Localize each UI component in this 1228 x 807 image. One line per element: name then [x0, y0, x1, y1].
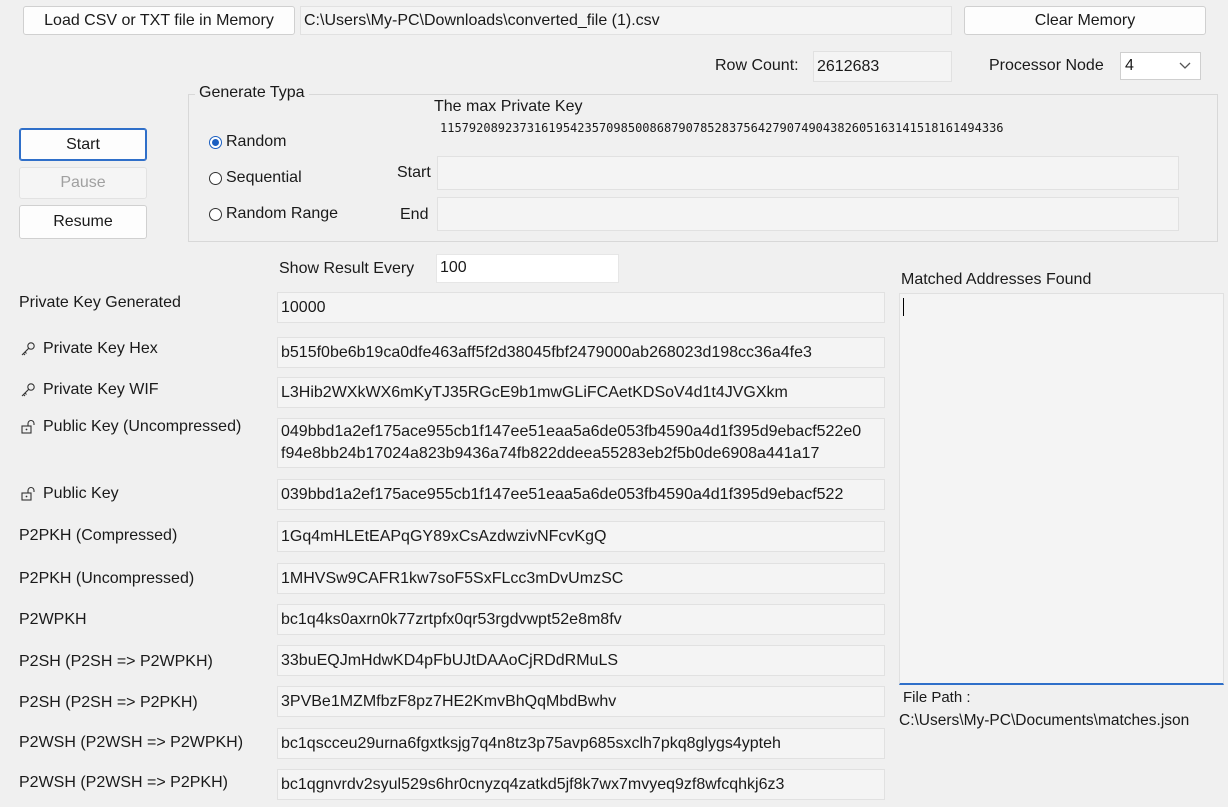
- radio-random-range-label: Random Range: [226, 205, 339, 222]
- public-key-label: Public Key: [43, 485, 119, 502]
- max-private-key-value: 1157920892373161954235709850086879078528…: [440, 121, 1004, 135]
- private-key-wif-label-row: Private Key WIF: [19, 381, 159, 399]
- resume-button[interactable]: Resume: [19, 205, 147, 239]
- max-private-key-label: The max Private Key: [434, 98, 583, 115]
- chevron-down-icon: [1176, 57, 1194, 75]
- radio-random-label: Random: [226, 133, 287, 150]
- processor-node-select[interactable]: 4: [1120, 52, 1201, 80]
- public-key-value: 039bbd1a2ef175ace955cb1f147ee51eaa5a6de0…: [277, 479, 885, 510]
- range-end-label: End: [400, 206, 429, 223]
- clear-memory-button[interactable]: Clear Memory: [964, 6, 1206, 35]
- radio-sequential-dot[interactable]: [209, 171, 222, 185]
- show-result-every-input[interactable]: 100: [436, 254, 619, 283]
- p2sh-p2pkh-value: 3PVBe1MZMfbzF8pz7HE2KmvBhQqMbdBwhv: [277, 686, 885, 717]
- file-path-value: C:\Users\My-PC\Documents\matches.json: [899, 712, 1190, 729]
- row-count-label: Row Count:: [715, 57, 799, 74]
- processor-node-value: 4: [1125, 57, 1134, 74]
- private-key-generated-label: Private Key Generated: [19, 294, 181, 311]
- p2pkh-compressed-label: P2PKH (Compressed): [19, 527, 178, 544]
- radio-random-range-dot[interactable]: [209, 207, 222, 221]
- p2sh-p2pkh-label: P2SH (P2SH => P2PKH): [19, 694, 198, 711]
- show-result-every-label: Show Result Every: [279, 260, 415, 277]
- p2wpkh-label: P2WPKH: [19, 611, 87, 628]
- p2pkh-uncompressed-label: P2PKH (Uncompressed): [19, 570, 195, 587]
- p2wpkh-value: bc1q4ks0axrn0k77zrtpfx0qr53rgdvwpt52e8m8…: [277, 604, 885, 635]
- radio-random-range[interactable]: Random Range: [209, 205, 338, 223]
- private-key-wif-value: L3Hib2WXkWX6mKyTJ35RGcE9b1mwGLiFCAetKDSo…: [277, 377, 885, 408]
- start-button[interactable]: Start: [19, 128, 147, 161]
- p2sh-p2wpkh-label: P2SH (P2SH => P2WPKH): [19, 653, 213, 670]
- matched-addresses-label: Matched Addresses Found: [901, 271, 1092, 288]
- file-path-label: File Path :: [903, 689, 971, 706]
- unlock-icon: [19, 418, 37, 436]
- public-key-uncompressed-label-row: Public Key (Uncompressed): [19, 418, 241, 436]
- unlock-icon: [19, 485, 37, 503]
- p2wsh-p2wpkh-label: P2WSH (P2WSH => P2WPKH): [19, 734, 244, 751]
- row-count-value: 2612683: [813, 51, 952, 82]
- p2sh-p2wpkh-value: 33buEQJmHdwKD4pFbUJtDAAoCjRDdRMuLS: [277, 645, 885, 676]
- radio-random-dot[interactable]: [209, 135, 222, 149]
- loaded-file-path: C:\Users\My-PC\Downloads\converted_file …: [300, 6, 952, 35]
- pause-button[interactable]: Pause: [19, 167, 147, 199]
- p2pkh-compressed-value: 1Gq4mHLEtEAPqGY89xCsAzdwzivNFcvKgQ: [277, 521, 885, 552]
- range-start-input[interactable]: [437, 156, 1179, 190]
- text-caret: [903, 298, 904, 316]
- load-file-button[interactable]: Load CSV or TXT file in Memory: [23, 6, 295, 35]
- processor-node-label: Processor Node: [989, 57, 1104, 74]
- private-key-hex-label-row: Private Key Hex: [19, 340, 158, 358]
- radio-sequential-label: Sequential: [226, 169, 302, 186]
- p2wsh-p2pkh-label: P2WSH (P2WSH => P2PKH): [19, 774, 228, 791]
- matched-addresses-textarea[interactable]: [899, 293, 1224, 685]
- radio-random[interactable]: Random: [209, 133, 286, 151]
- p2wsh-p2wpkh-value: bc1qscceu29urna6fgxtksjg7q4n8tz3p75avp68…: [277, 728, 885, 759]
- public-key-label-row: Public Key: [19, 485, 119, 503]
- public-key-uncompressed-line-2: f94e8bb24b17024a823b9436a74fb822ddeea552…: [281, 445, 820, 462]
- key-icon: [19, 381, 37, 399]
- private-key-wif-label: Private Key WIF: [43, 381, 159, 398]
- radio-sequential[interactable]: Sequential: [209, 169, 302, 187]
- private-key-hex-label: Private Key Hex: [43, 340, 158, 357]
- range-start-label: Start: [397, 164, 431, 181]
- private-key-hex-value: b515f0be6b19ca0dfe463aff5f2d38045fbf2479…: [277, 337, 885, 368]
- public-key-uncompressed-line-1: 049bbd1a2ef175ace955cb1f147ee51eaa5a6de0…: [281, 423, 862, 440]
- range-end-input[interactable]: [437, 197, 1179, 231]
- key-icon: [19, 340, 37, 358]
- private-key-generated-value: 10000: [277, 292, 885, 323]
- public-key-uncompressed-value: 049bbd1a2ef175ace955cb1f147ee51eaa5a6de0…: [277, 418, 885, 468]
- p2wsh-p2pkh-value: bc1qgnvrdv2syul529s6hr0cnyzq4zatkd5jf8k7…: [277, 769, 885, 800]
- generate-type-title: Generate Typa: [195, 84, 309, 102]
- p2pkh-uncompressed-value: 1MHVSw9CAFR1kw7soF5SxFLcc3mDvUmzSC: [277, 563, 885, 594]
- public-key-uncompressed-label: Public Key (Uncompressed): [43, 418, 242, 435]
